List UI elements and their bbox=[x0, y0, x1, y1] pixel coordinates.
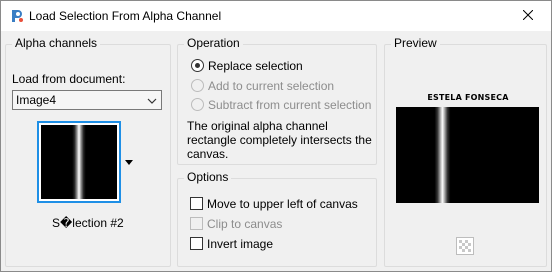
move-to-upper-left-checkbox[interactable] bbox=[190, 197, 203, 210]
document-select[interactable]: Image4 bbox=[12, 90, 162, 110]
operation-title: Operation bbox=[184, 36, 243, 50]
subtract-from-selection-label[interactable]: Subtract from current selection bbox=[208, 98, 371, 112]
clip-to-canvas-checkbox[interactable] bbox=[190, 217, 203, 230]
alpha-channel-thumbnail[interactable] bbox=[37, 121, 121, 203]
load-from-document-label: Load from document: bbox=[12, 72, 126, 86]
thumbnail-dropdown-button[interactable] bbox=[122, 149, 136, 173]
add-to-selection-radio[interactable] bbox=[191, 79, 204, 92]
replace-selection-radio[interactable] bbox=[191, 59, 204, 72]
preview-image bbox=[396, 107, 539, 203]
document-select-value: Image4 bbox=[16, 93, 57, 107]
close-icon bbox=[522, 9, 534, 23]
title-bar: Load Selection From Alpha Channel bbox=[1, 1, 551, 31]
chevron-down-icon bbox=[147, 95, 157, 105]
subtract-from-selection-radio[interactable] bbox=[191, 98, 204, 111]
preview-title: Preview bbox=[391, 36, 440, 50]
window-title: Load Selection From Alpha Channel bbox=[29, 9, 222, 23]
transparency-checker-icon bbox=[456, 237, 474, 258]
invert-image-checkbox[interactable] bbox=[190, 237, 203, 250]
replace-selection-label[interactable]: Replace selection bbox=[208, 59, 303, 73]
move-to-upper-left-label[interactable]: Move to upper left of canvas bbox=[207, 197, 358, 211]
dialog-window: Load Selection From Alpha Channel Alpha … bbox=[0, 0, 552, 272]
paintshop-app-icon bbox=[9, 8, 25, 24]
invert-image-label[interactable]: Invert image bbox=[207, 237, 273, 251]
selection-name-label: S�lection #2 bbox=[52, 216, 124, 230]
add-to-selection-label[interactable]: Add to current selection bbox=[208, 79, 334, 93]
operation-description: The original alpha channel rectangle com… bbox=[187, 119, 372, 161]
options-title: Options bbox=[184, 170, 232, 184]
close-button[interactable] bbox=[505, 1, 551, 31]
alpha-channels-title: Alpha channels bbox=[12, 36, 101, 50]
clip-to-canvas-label[interactable]: Clip to canvas bbox=[207, 217, 282, 231]
preview-background-button[interactable] bbox=[456, 237, 474, 255]
preview-watermark-text: ESTELA FONSECA bbox=[427, 93, 509, 102]
caret-down-icon bbox=[125, 154, 133, 168]
